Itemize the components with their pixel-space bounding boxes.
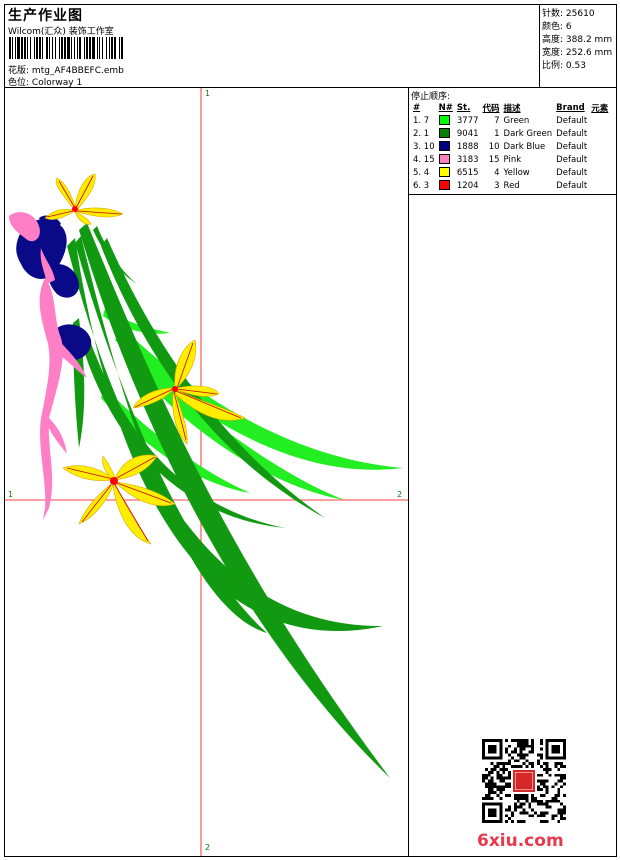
table-row: 1. 7 3777 7 Green Default — [411, 114, 610, 127]
row-element — [589, 127, 610, 140]
color-swatch — [437, 179, 455, 192]
row-element — [589, 179, 610, 192]
row-code: 3 — [494, 180, 500, 191]
row-desc: Dark Blue — [503, 141, 546, 152]
color-swatch — [437, 127, 455, 140]
design-stats: 针数: 25610 颜色: 6 高度: 388.2 mm 宽度: 252.6 m… — [540, 5, 616, 88]
row-seq: 1. 7 — [413, 115, 430, 126]
row-brand: Default — [556, 141, 588, 152]
stat-scale: 比例: 0.53 — [542, 61, 586, 71]
row-seq: 2. 1 — [413, 128, 430, 139]
row-stitches: 1204 — [456, 180, 479, 191]
barcode — [9, 37, 123, 59]
row-desc: Dark Green — [503, 128, 553, 139]
row-element — [589, 140, 610, 153]
dark-green-leaves — [67, 223, 390, 778]
row-seq: 3. 10 — [413, 141, 435, 152]
row-brand: Default — [556, 115, 588, 126]
color-swatch — [437, 140, 455, 153]
row-code: 7 — [494, 115, 500, 126]
row-code: 15 — [488, 154, 500, 165]
row-desc: Green — [503, 115, 530, 126]
embroidery-preview — [5, 88, 408, 856]
row-stitches: 6515 — [456, 167, 479, 178]
col-code: 代码 — [482, 103, 500, 114]
col-seq: # — [413, 102, 421, 113]
row-element — [589, 166, 610, 179]
worksheet-page: 生产作业图 Wilcom(汇众) 装饰工作室 花版: mtg_AF4BBEFC.… — [4, 4, 617, 857]
row-seq: 6. 3 — [413, 180, 430, 191]
row-desc: Pink — [503, 154, 522, 165]
row-desc: Red — [503, 180, 520, 191]
axis-label-top: 1 — [205, 89, 211, 98]
table-row: 5. 4 6515 4 Yellow Default — [411, 166, 610, 179]
row-brand: Default — [556, 167, 588, 178]
table-row: 3. 10 1888 10 Dark Blue Default — [411, 140, 610, 153]
row-code: 10 — [488, 141, 500, 152]
page-title: 生产作业图 — [8, 8, 83, 24]
stat-width: 宽度: 252.6 mm — [542, 48, 613, 58]
company-name: Wilcom(汇众) 装饰工作室 — [8, 27, 114, 37]
stat-height: 高度: 388.2 mm — [542, 35, 613, 45]
header-info: 生产作业图 Wilcom(汇众) 装饰工作室 花版: mtg_AF4BBEFC.… — [5, 5, 540, 88]
color-swatch — [437, 166, 455, 179]
table-row: 2. 1 9041 1 Dark Green Default — [411, 127, 610, 140]
row-brand: Default — [556, 154, 588, 165]
col-n: N# — [438, 102, 453, 113]
col-desc: 描述 — [503, 103, 521, 114]
row-code: 1 — [494, 128, 500, 139]
row-element — [589, 153, 610, 166]
axis-label-left: 1 — [8, 490, 14, 499]
row-stitches: 9041 — [456, 128, 479, 139]
colorway-row: 色位: Colorway 1 — [8, 75, 82, 88]
row-desc: Yellow — [503, 167, 530, 178]
stat-colors: 颜色: 6 — [542, 22, 572, 32]
row-brand: Default — [556, 128, 588, 139]
row-seq: 4. 15 — [413, 154, 435, 165]
col-element: 元素 — [591, 103, 609, 114]
row-stitches: 3777 — [456, 115, 479, 126]
row-stitches: 3183 — [456, 154, 479, 165]
row-stitches: 1888 — [456, 141, 479, 152]
row-code: 4 — [494, 167, 500, 178]
qr-code — [482, 739, 566, 823]
row-brand: Default — [556, 180, 588, 191]
axis-label-right: 2 — [397, 490, 403, 499]
stop-sequence-table: # N# St. 代码 描述 Brand 元素 1. 7 3777 7 Green De… — [411, 101, 610, 192]
table-header-row: # N# St. 代码 描述 Brand 元素 — [411, 101, 610, 114]
color-swatch — [437, 153, 455, 166]
row-element — [589, 114, 610, 127]
stop-sequence-panel: 停止顺序: # N# St. 代码 描述 Brand 元素 1. 7 3777 7 G… — [409, 88, 616, 195]
axis-label-bottom: 2 — [205, 843, 211, 852]
col-brand: Brand — [556, 102, 585, 113]
design-canvas: 1 2 1 2 — [5, 88, 409, 856]
colorway-label: 色位: — [8, 78, 30, 88]
site-watermark: 6xiu.com — [477, 831, 564, 851]
colorway-value: Colorway 1 — [31, 78, 83, 88]
table-row: 6. 3 1204 3 Red Default — [411, 179, 610, 192]
color-swatch — [437, 114, 455, 127]
table-row: 4. 15 3183 15 Pink Default — [411, 153, 610, 166]
stat-stitches: 针数: 25610 — [542, 9, 595, 19]
col-stitches: St. — [456, 102, 471, 113]
row-seq: 5. 4 — [413, 167, 430, 178]
